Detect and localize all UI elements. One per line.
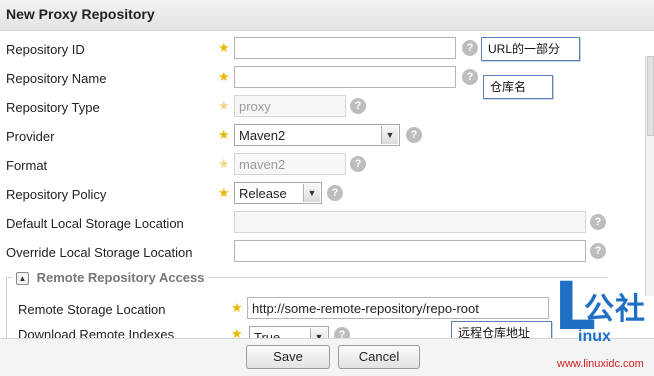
repository-policy-select[interactable]: Release ▼	[234, 182, 322, 204]
remote-storage-label: Remote Storage Location	[18, 302, 166, 317]
required-star-icon: ★	[218, 69, 230, 84]
override-local-storage-label: Override Local Storage Location	[6, 245, 193, 260]
cancel-button[interactable]: Cancel	[338, 345, 420, 369]
repository-name-input[interactable]	[234, 66, 456, 88]
default-local-storage-label: Default Local Storage Location	[6, 216, 184, 231]
help-icon[interactable]: ?	[406, 127, 422, 143]
repository-id-label: Repository ID	[6, 42, 85, 57]
row-provider: Provider ★ Maven2 ▼ ?	[0, 124, 640, 150]
help-icon[interactable]: ?	[350, 156, 366, 172]
help-icon[interactable]: ?	[350, 98, 366, 114]
vertical-scrollbar[interactable]	[645, 56, 654, 296]
chevron-down-icon[interactable]: ▼	[303, 184, 320, 202]
row-remote-storage: Remote Storage Location ★ http://some-re…	[0, 297, 640, 323]
required-star-icon: ★	[218, 156, 230, 171]
help-icon[interactable]: ?	[334, 327, 350, 338]
required-star-icon: ★	[218, 127, 230, 142]
provider-label: Provider	[6, 129, 55, 144]
row-format: Format ★ maven2 ?	[0, 153, 640, 179]
required-star-icon: ★	[218, 98, 230, 113]
default-local-storage-input	[234, 211, 586, 233]
remote-access-legend-text: Remote Repository Access	[36, 270, 205, 285]
download-indexes-label: Download Remote Indexes	[18, 327, 175, 338]
help-icon[interactable]: ?	[590, 214, 606, 230]
format-label: Format	[6, 158, 48, 173]
window-title: New Proxy Repository	[6, 6, 155, 22]
repository-name-label: Repository Name	[6, 71, 107, 86]
provider-select[interactable]: Maven2 ▼	[234, 124, 400, 146]
remote-access-legend[interactable]: ▲ Remote Repository Access	[12, 270, 209, 286]
download-indexes-value: True	[254, 330, 281, 338]
provider-value: Maven2	[239, 128, 286, 143]
format-input: maven2	[234, 153, 346, 175]
watermark-url: www.linuxidc.com	[557, 358, 644, 370]
repository-type-label: Repository Type	[6, 100, 100, 115]
download-indexes-select[interactable]: True ▼	[249, 326, 329, 338]
remote-storage-input[interactable]: http://some-remote-repository/repo-root	[247, 297, 549, 319]
required-star-icon: ★	[218, 185, 230, 200]
save-button[interactable]: Save	[246, 345, 330, 369]
help-icon[interactable]: ?	[462, 69, 478, 85]
help-icon[interactable]: ?	[327, 185, 343, 201]
row-repository-policy: Repository Policy ★ Release ▼ ?	[0, 182, 640, 208]
repository-id-input[interactable]	[234, 37, 456, 59]
watermark-logo-text: inux	[578, 328, 611, 345]
scrollbar-thumb[interactable]	[647, 56, 654, 136]
required-star-icon: ★	[218, 40, 230, 55]
row-default-local-storage: Default Local Storage Location ?	[0, 211, 640, 237]
watermark-logo-cn: 公社	[584, 292, 646, 327]
repository-type-input: proxy	[234, 95, 346, 117]
required-star-icon: ★	[231, 326, 243, 338]
repository-policy-value: Release	[239, 186, 287, 201]
collapse-icon[interactable]: ▲	[16, 272, 29, 286]
callout-repo-name: 仓库名	[483, 75, 553, 99]
row-override-local-storage: Override Local Storage Location ?	[0, 240, 640, 266]
help-icon[interactable]: ?	[462, 40, 478, 56]
repository-policy-label: Repository Policy	[6, 187, 107, 202]
help-icon[interactable]: ?	[590, 243, 606, 259]
chevron-down-icon[interactable]: ▼	[310, 328, 327, 338]
required-star-icon: ★	[231, 300, 243, 315]
window-header: New Proxy Repository	[0, 0, 654, 31]
callout-url-part: URL的一部分	[481, 37, 580, 61]
override-local-storage-input[interactable]	[234, 240, 586, 262]
chevron-down-icon[interactable]: ▼	[381, 126, 398, 144]
